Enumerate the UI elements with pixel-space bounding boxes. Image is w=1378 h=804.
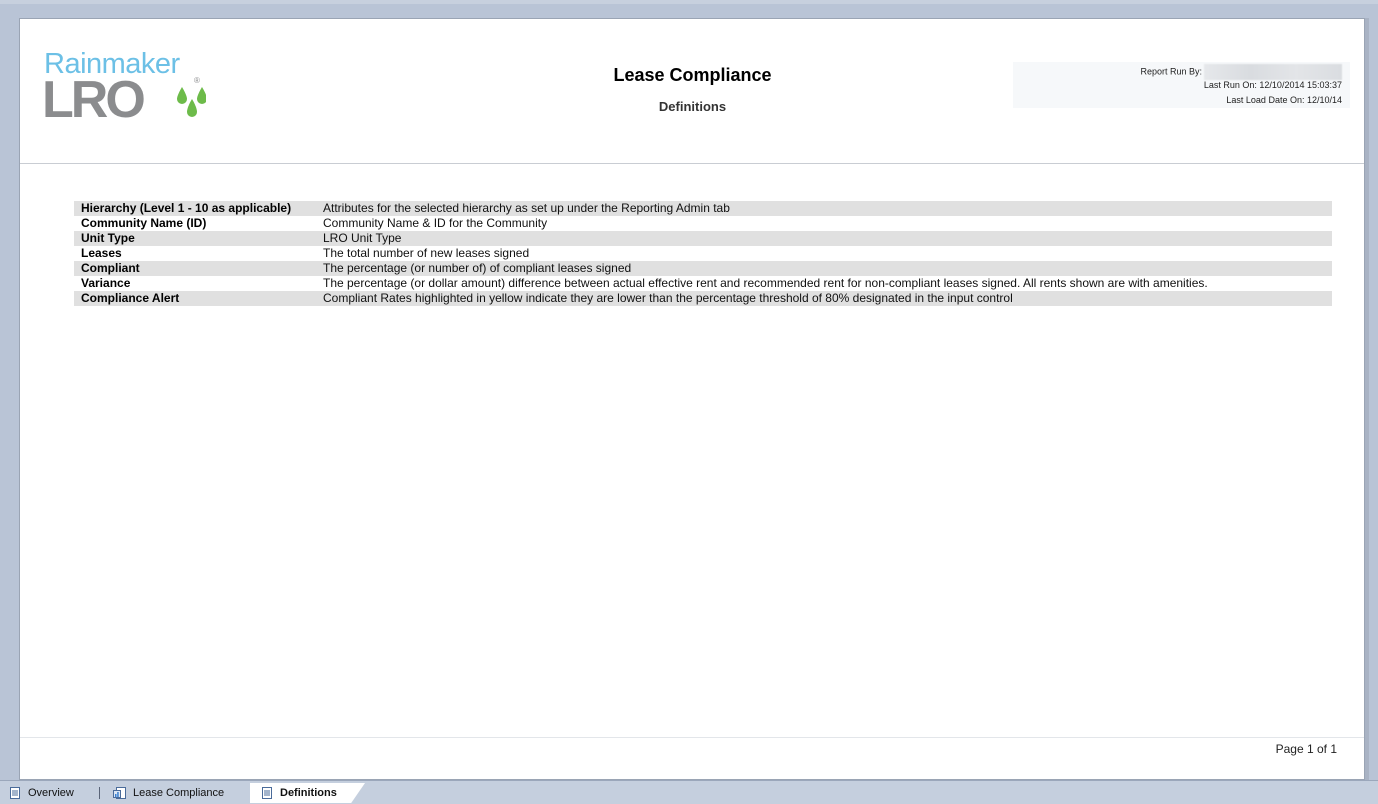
tab-label: Overview — [28, 787, 74, 799]
definition-term: Leases — [74, 246, 316, 261]
table-row: Unit Type LRO Unit Type — [74, 231, 1332, 246]
definition-description: LRO Unit Type — [316, 231, 1332, 246]
tab-separator — [99, 787, 100, 799]
run-by-label: Report Run By: — [1140, 66, 1202, 77]
tab-label: Lease Compliance — [133, 787, 225, 799]
table-row: Community Name (ID) Community Name & ID … — [74, 216, 1332, 231]
water-drops-icon — [177, 87, 206, 117]
page-shadow — [1365, 18, 1369, 780]
definition-term: Community Name (ID) — [74, 216, 316, 231]
report-viewer: Rainmaker LRO ® Lease Compliance Definit… — [0, 0, 1378, 804]
table-row: Compliance Alert Compliant Rates highlig… — [74, 291, 1332, 306]
tab-lease-compliance[interactable]: Lease Compliance — [113, 783, 243, 803]
logo-bottom-text: LRO — [42, 71, 146, 129]
report-tab-bar: Overview Lease Compliance Definitions — [0, 780, 1378, 804]
document-icon — [10, 787, 20, 799]
definition-description: Compliant Rates highlighted in yellow in… — [316, 291, 1332, 306]
definition-description: The total number of new leases signed — [316, 246, 1332, 261]
viewer-top-border — [0, 0, 1378, 4]
definition-description: Community Name & ID for the Community — [316, 216, 1332, 231]
chart-document-icon — [113, 787, 126, 799]
footer-divider — [20, 737, 1364, 738]
tab-overview[interactable]: Overview — [8, 783, 88, 803]
report-page: Rainmaker LRO ® Lease Compliance Definit… — [19, 18, 1365, 780]
definition-description: The percentage (or dollar amount) differ… — [316, 276, 1332, 291]
definition-term: Compliant — [74, 261, 316, 276]
table-row: Variance The percentage (or dollar amoun… — [74, 276, 1332, 291]
page-number: Page 1 of 1 — [1275, 742, 1337, 756]
redacted-user-name — [1204, 64, 1342, 80]
table-row: Hierarchy (Level 1 - 10 as applicable) A… — [74, 201, 1332, 216]
run-by-line: Report Run By: — [1140, 64, 1342, 80]
tab-label: Definitions — [280, 787, 337, 799]
document-icon — [262, 787, 272, 799]
report-subtitle: Definitions — [658, 99, 727, 114]
table-row: Compliant The percentage (or number of) … — [74, 261, 1332, 276]
definition-term: Compliance Alert — [74, 291, 316, 306]
header-divider — [20, 163, 1364, 164]
rainmaker-lro-logo: Rainmaker LRO ® — [42, 49, 206, 128]
table-row: Leases The total number of new leases si… — [74, 246, 1332, 261]
last-run-text: Last Run On: 12/10/2014 15:03:37 — [1203, 80, 1342, 90]
last-load-text: Last Load Date On: 12/10/14 — [1226, 95, 1342, 105]
definitions-table: Hierarchy (Level 1 - 10 as applicable) A… — [74, 201, 1332, 306]
definition-description: The percentage (or number of) of complia… — [316, 261, 1332, 276]
report-title: Lease Compliance — [613, 65, 772, 85]
definition-term: Unit Type — [74, 231, 316, 246]
definition-description: Attributes for the selected hierarchy as… — [316, 201, 1332, 216]
definition-term: Hierarchy (Level 1 - 10 as applicable) — [74, 201, 316, 216]
definition-term: Variance — [74, 276, 316, 291]
logo-registered-mark: ® — [194, 76, 200, 85]
tab-definitions[interactable]: Definitions — [250, 783, 365, 803]
run-info-panel: Report Run By: Last Run On: 12/10/2014 1… — [1013, 62, 1350, 108]
